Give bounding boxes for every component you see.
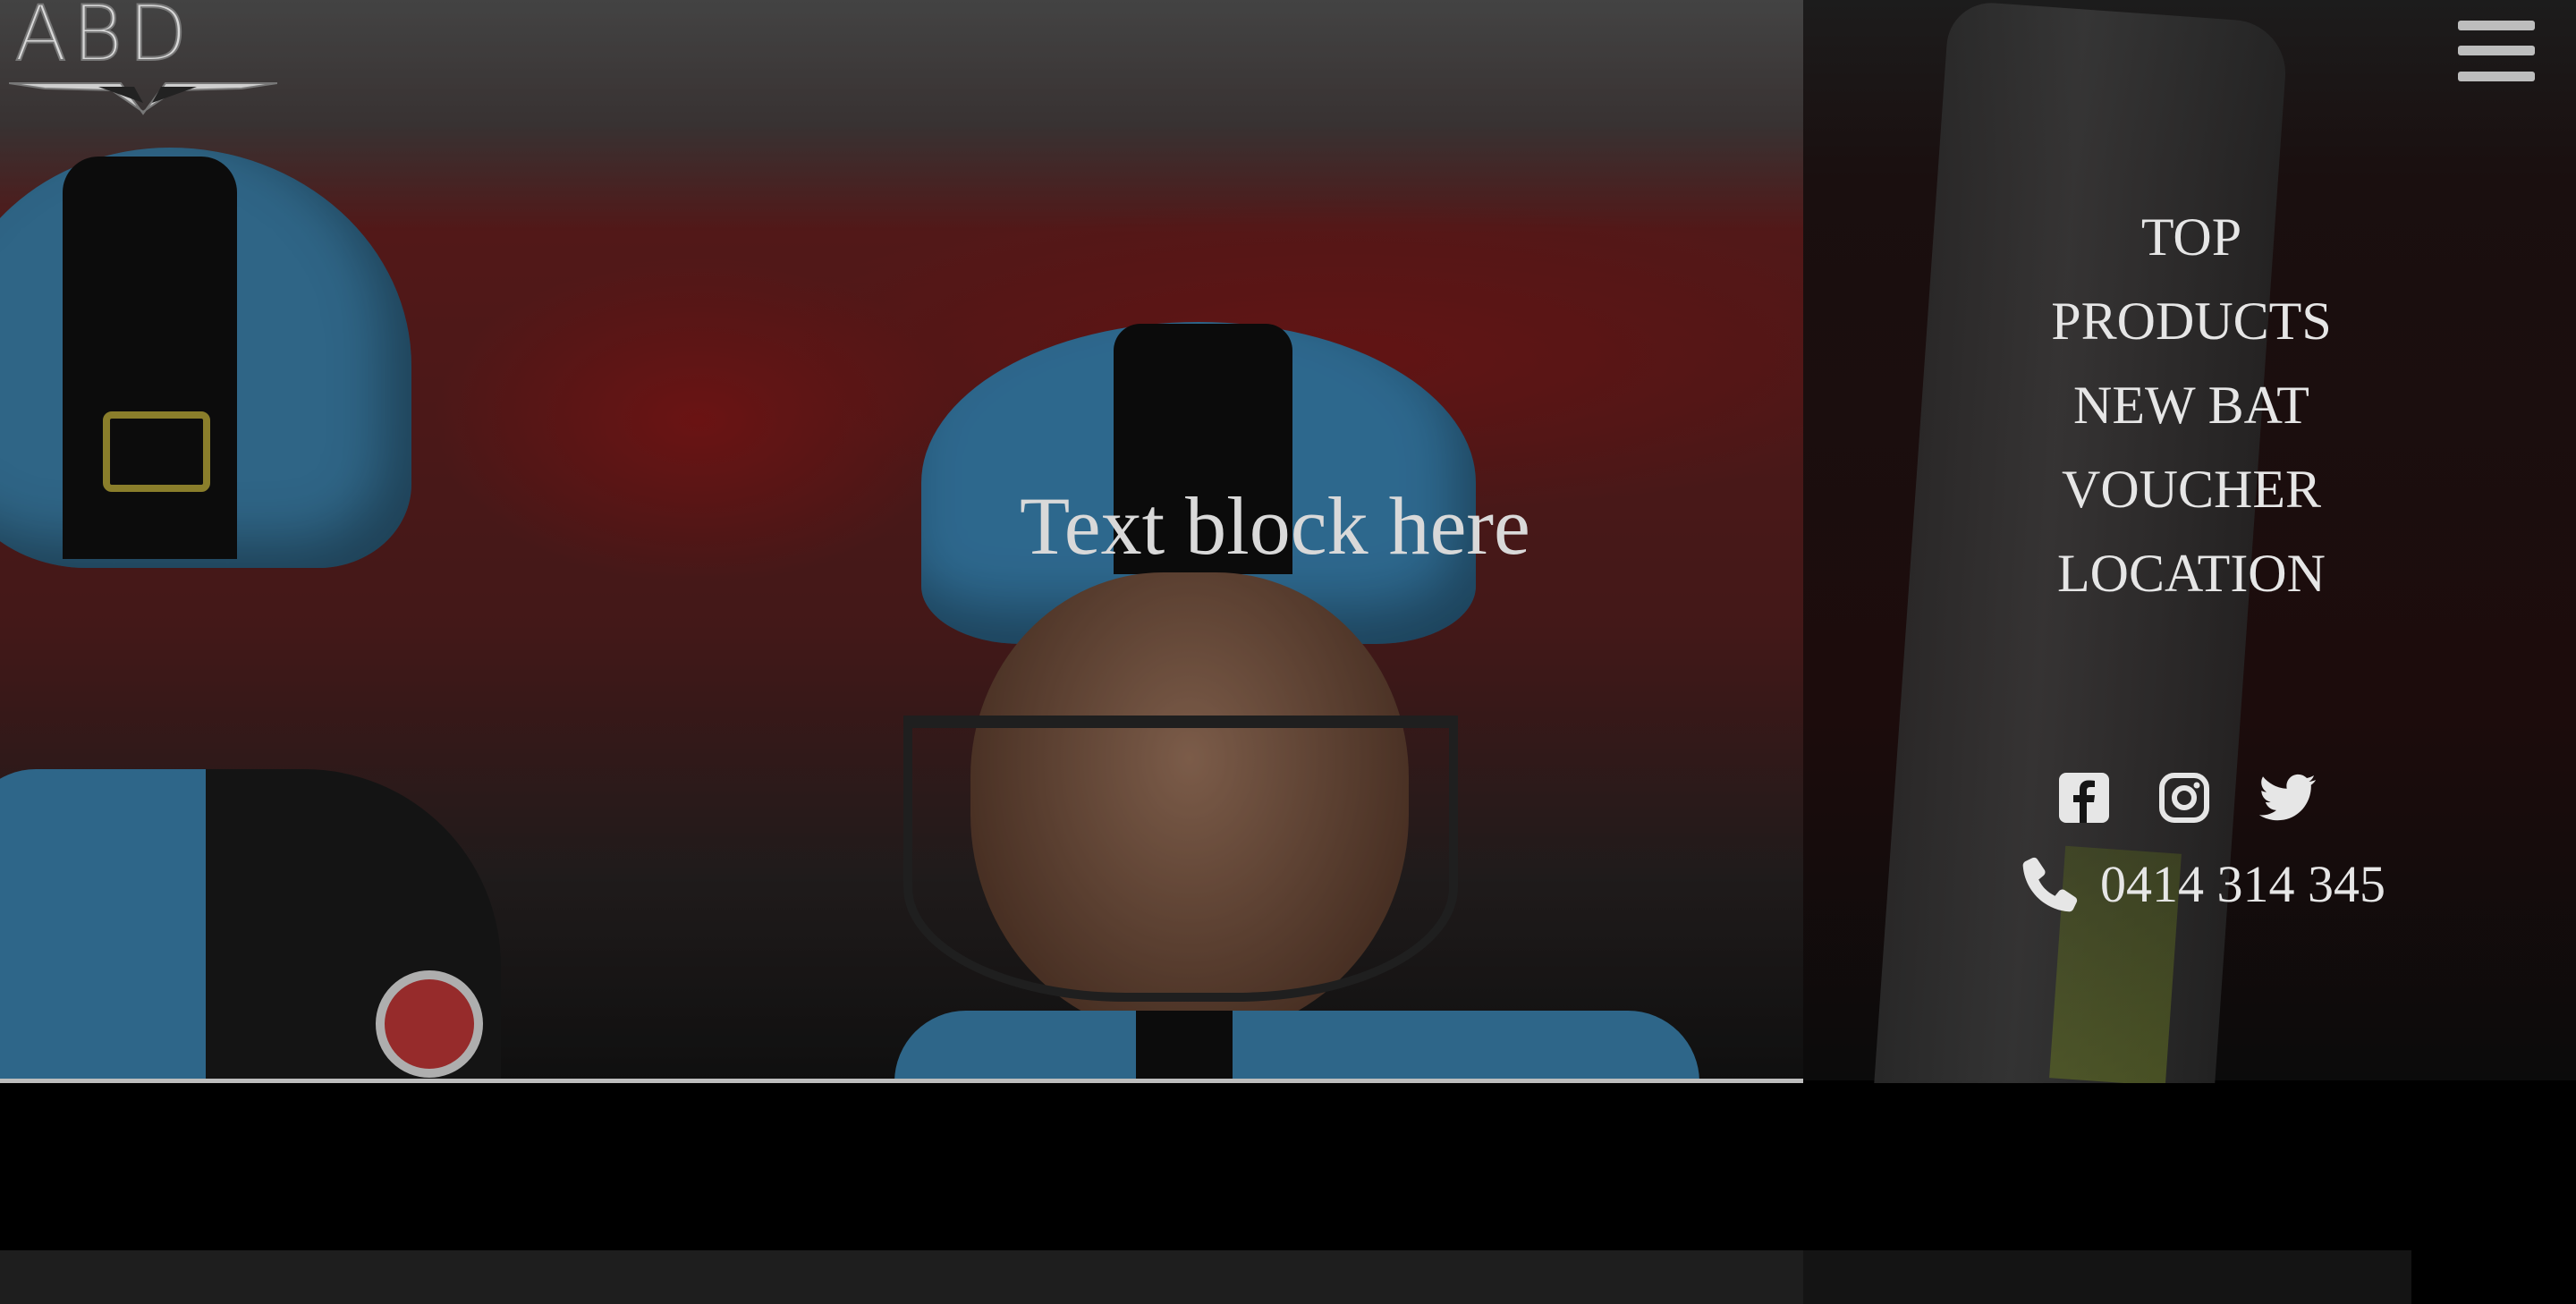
nav-item-voucher[interactable]: VOUCHER: [1968, 447, 2415, 531]
nav-item-products[interactable]: PRODUCTS: [1968, 279, 2415, 363]
main-nav: TOP PRODUCTS NEW BAT VOUCHER LOCATION: [1968, 195, 2415, 615]
nav-item-location[interactable]: LOCATION: [1968, 531, 2415, 615]
phone-icon: [2022, 857, 2078, 911]
site-logo[interactable]: ABD: [9, 0, 277, 116]
hamburger-menu-icon[interactable]: [2458, 21, 2535, 81]
nav-item-new-bat[interactable]: NEW BAT: [1968, 363, 2415, 447]
content-bar-left: [0, 1250, 1803, 1304]
hero-text-block: Text block here: [1020, 480, 1530, 572]
hero-image-logo-left: [103, 411, 210, 492]
nav-item-top[interactable]: TOP: [1968, 195, 2415, 279]
logo-text: ABD: [13, 0, 193, 79]
logo-wing-icon: [9, 82, 277, 115]
facebook-icon[interactable]: [2057, 771, 2111, 825]
twitter-icon[interactable]: [2258, 771, 2318, 825]
social-links: [2057, 771, 2326, 828]
hero-image-grill: [903, 716, 1458, 1002]
page-section-dark: [0, 1083, 2576, 1250]
contact-phone[interactable]: 0414 314 345: [2021, 854, 2385, 914]
phone-number: 0414 314 345: [2100, 855, 2385, 913]
instagram-icon[interactable]: [2157, 771, 2211, 825]
hero-banner: [0, 0, 1803, 1080]
content-bar-right: [1803, 1250, 2411, 1304]
hero-image-badge: [376, 970, 483, 1078]
hero-image-face: [970, 572, 1409, 1037]
hero-image-player-left: [0, 769, 501, 1080]
hero-image-stripe-left: [63, 157, 237, 559]
hero-image-shirt: [894, 1011, 1699, 1080]
hero-image-helmet-left: [0, 148, 411, 568]
